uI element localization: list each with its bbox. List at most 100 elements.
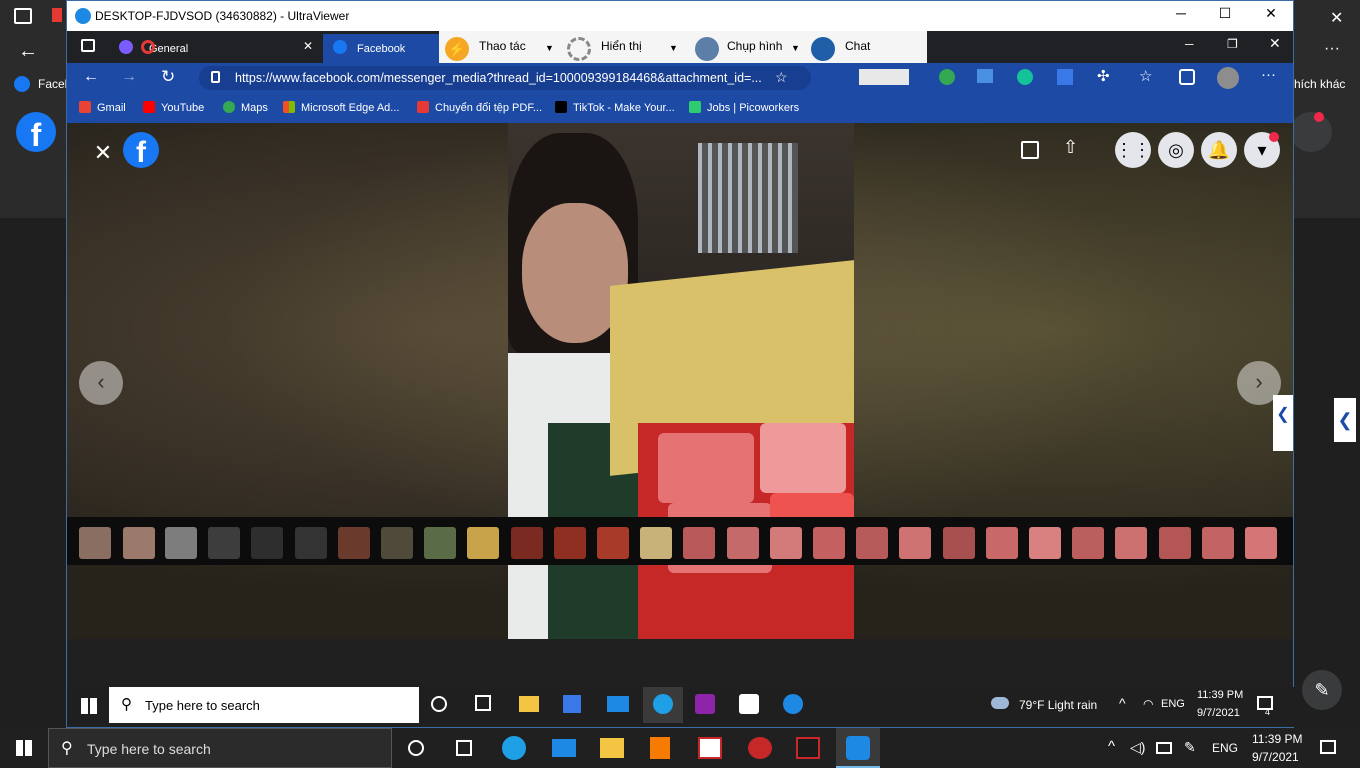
download-icon[interactable] (1021, 141, 1039, 159)
ultraviewer-taskbar-button[interactable] (836, 728, 880, 768)
forward-arrow-icon[interactable]: → (121, 68, 137, 86)
uv-mini-panel[interactable] (859, 69, 909, 85)
pdf-app-icon[interactable] (695, 694, 715, 714)
thumbnail[interactable] (1245, 527, 1277, 559)
remote-search-box[interactable]: ⚲ Type here to search (109, 687, 419, 723)
action-center-icon[interactable] (1320, 740, 1336, 754)
thumbnail[interactable] (986, 527, 1018, 559)
thumbnail[interactable] (424, 527, 456, 559)
clock-date[interactable]: 9/7/2021 (1252, 750, 1299, 764)
thumbnail[interactable] (813, 527, 845, 559)
language-indicator[interactable]: ENG (1161, 698, 1185, 710)
thumbnail[interactable] (943, 527, 975, 559)
dropdown-arrow-icon[interactable]: ▼ (669, 43, 678, 53)
extension-window-icon[interactable] (977, 69, 993, 83)
notifications-bell-icon[interactable]: 🔔 (1201, 132, 1237, 168)
pen-icon[interactable]: ✎ (1184, 739, 1196, 756)
app-icon[interactable] (698, 737, 722, 759)
fav-gmail[interactable]: Gmail (79, 101, 126, 114)
thumbnail[interactable] (727, 527, 759, 559)
menu-grid-icon[interactable]: ⋮⋮ (1115, 132, 1151, 168)
fav-microsoft-edge[interactable]: Microsoft Edge Ad... (283, 101, 399, 114)
volume-icon[interactable]: ◁) (1130, 739, 1145, 756)
fav-picoworkers[interactable]: Jobs | Picoworkers (689, 101, 799, 114)
windows-start-icon[interactable] (81, 698, 97, 714)
facebook-logo-icon[interactable]: f (123, 132, 159, 169)
cortana-icon[interactable] (431, 696, 447, 712)
thumbnail[interactable] (1029, 527, 1061, 559)
dropdown-arrow-icon[interactable]: ▼ (791, 43, 800, 53)
remote-close-icon[interactable]: ✕ (1269, 35, 1281, 52)
language-indicator[interactable]: ENG (1212, 741, 1238, 755)
share-icon[interactable]: ⇧ (1063, 137, 1078, 158)
favorites-icon[interactable]: ☆ (1139, 67, 1152, 85)
close-viewer-icon[interactable]: ✕ (89, 139, 117, 167)
thumbnail[interactable] (1202, 527, 1234, 559)
translate-icon[interactable] (1057, 69, 1073, 85)
thumbnail[interactable] (467, 527, 499, 559)
mail-icon[interactable] (552, 739, 576, 757)
thumbnail[interactable] (683, 527, 715, 559)
edge-taskbar-button[interactable] (643, 687, 683, 723)
thumbnail[interactable] (770, 527, 802, 559)
minimize-button[interactable]: ─ (1161, 5, 1201, 27)
ultraviewer-taskbar-icon[interactable] (783, 694, 803, 714)
extensions-puzzle-icon[interactable]: ✣ (1097, 67, 1110, 85)
thumbnail[interactable] (1159, 527, 1191, 559)
tray-chevron-icon[interactable]: ^ (1108, 738, 1115, 755)
url-field[interactable]: https://www.facebook.com/messenger_media… (199, 66, 811, 90)
clock-time[interactable]: 11:39 PM (1197, 689, 1243, 701)
thumbnail[interactable] (251, 527, 283, 559)
fav-pdf[interactable]: Chuyển đổi tệp PDF... (417, 101, 542, 114)
thumbnail[interactable] (640, 527, 672, 559)
file-explorer-icon[interactable] (519, 696, 539, 712)
file-explorer-icon[interactable] (600, 738, 624, 758)
chat-button[interactable]: Chat (845, 39, 870, 53)
thumbnail[interactable] (554, 527, 586, 559)
compose-icon[interactable]: ✎ (1302, 670, 1342, 710)
thumbnail[interactable] (338, 527, 370, 559)
task-view-icon[interactable] (475, 695, 491, 711)
favorite-star-icon[interactable]: ☆ (775, 69, 788, 86)
fav-youtube[interactable]: YouTube (143, 101, 204, 114)
thumbnail[interactable] (165, 527, 197, 559)
previous-photo-button[interactable]: ‹ (79, 361, 123, 405)
extension-shield-icon[interactable] (939, 69, 955, 85)
close-tab-icon[interactable]: ✕ (303, 39, 313, 53)
back-arrow-icon[interactable]: ← (83, 68, 99, 86)
mail-icon[interactable] (607, 696, 629, 712)
thumbnail[interactable] (79, 527, 111, 559)
thumbnail[interactable] (597, 527, 629, 559)
back-arrow-icon[interactable]: ← (18, 40, 38, 63)
messenger-icon[interactable]: ◎ (1158, 132, 1194, 168)
edge-icon[interactable] (502, 736, 526, 760)
remote-restore-icon[interactable]: ❐ (1227, 37, 1238, 51)
chup-hinh-button[interactable]: Chụp hình (727, 39, 782, 53)
maximize-button[interactable]: ☐ (1205, 5, 1245, 27)
tab-actions-icon[interactable] (81, 39, 95, 52)
notion-icon[interactable] (739, 694, 759, 714)
network-icon[interactable] (1156, 742, 1172, 754)
collections-icon[interactable] (1179, 69, 1195, 85)
app-icon[interactable] (796, 737, 820, 759)
remote-minimize-icon[interactable]: ─ (1185, 37, 1194, 51)
garena-icon[interactable] (748, 737, 772, 759)
clock-time[interactable]: 11:39 PM (1252, 732, 1302, 746)
side-panel-toggle-icon[interactable]: ❮ (1334, 398, 1356, 442)
weather-text[interactable]: 79°F Light rain (1019, 698, 1097, 712)
close-button[interactable]: ✕ (1251, 5, 1291, 27)
thumbnail[interactable] (1072, 527, 1104, 559)
tray-chevron-icon[interactable]: ^ (1119, 695, 1126, 711)
facebook-logo-icon[interactable]: f (16, 112, 56, 153)
thumbnail[interactable] (1115, 527, 1147, 559)
hien-thi-button[interactable]: Hiển thị (601, 39, 642, 53)
task-view-icon[interactable] (456, 740, 472, 756)
tab-actions-icon[interactable] (14, 8, 32, 24)
fav-tiktok[interactable]: TikTok - Make Your... (555, 101, 675, 114)
wifi-icon[interactable]: ◠ (1143, 697, 1153, 711)
more-menu-icon[interactable]: ··· (1324, 40, 1340, 58)
local-search-box[interactable]: ⚲ Type here to search (48, 728, 392, 768)
thumbnail[interactable] (208, 527, 240, 559)
thumbnail[interactable] (511, 527, 543, 559)
side-panel-toggle-icon[interactable]: ❮ (1273, 395, 1293, 451)
